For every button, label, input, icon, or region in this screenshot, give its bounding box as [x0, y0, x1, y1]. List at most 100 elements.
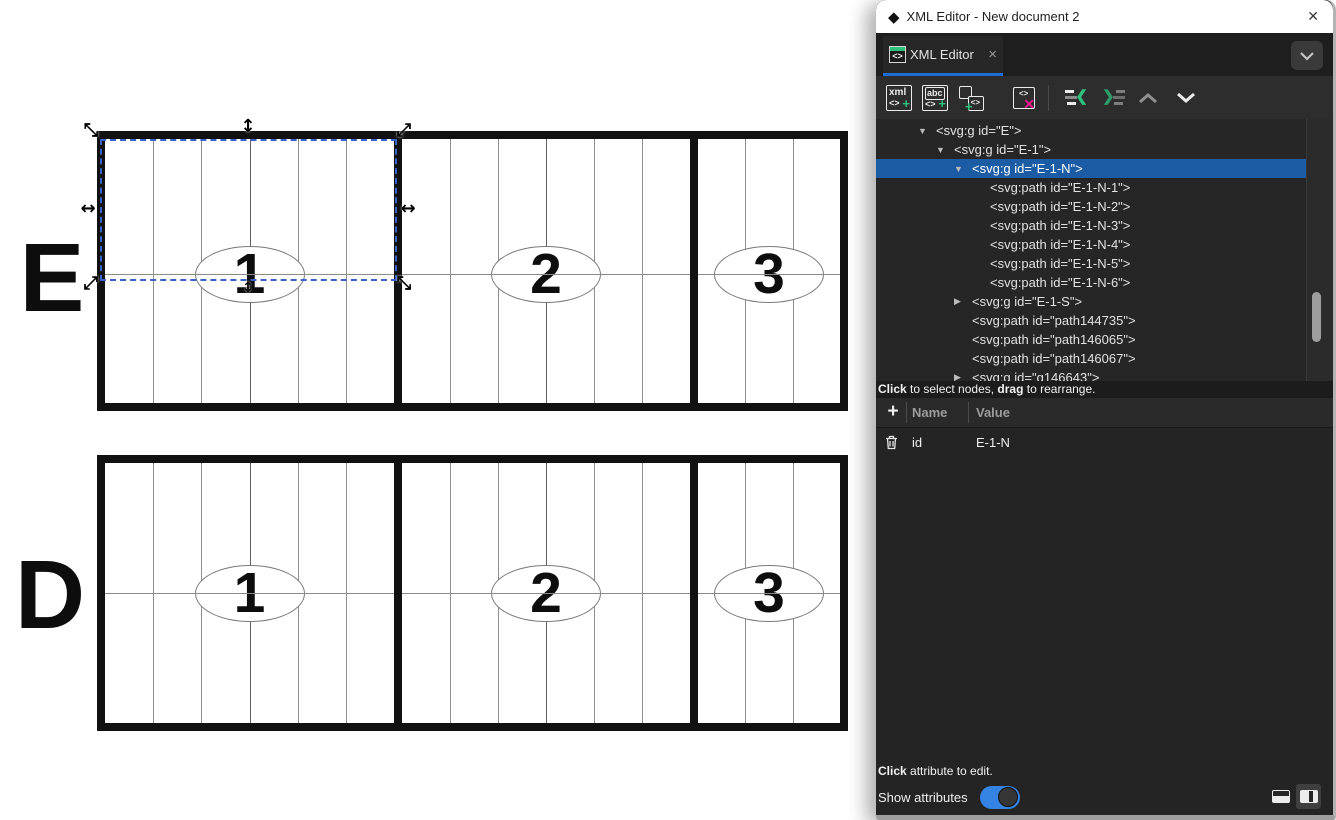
new-element-node-button[interactable]: xml <> + [884, 83, 914, 113]
tree-node-label: <svg:path id="path144735"> [972, 313, 1136, 328]
tree-node[interactable]: <svg:path id="E-1-N-3"> [876, 216, 1306, 235]
table-figure-D[interactable]: 123 [97, 455, 848, 731]
attribute-name[interactable]: id [912, 429, 922, 456]
xml-toolbar: xml <> + abc <> + <> + <> ✕ ❮ [876, 76, 1333, 119]
table-figure-E[interactable]: 123 [97, 131, 848, 411]
tree-hint-text: Click to select nodes, drag to rearrange… [876, 381, 1333, 398]
tree-node-label: <svg:path id="E-1-N-6"> [990, 275, 1130, 290]
window-close-button[interactable]: ✕ [1305, 8, 1321, 25]
toggle-knob [998, 787, 1018, 807]
selection-handle-ne-icon[interactable]: ⤢ [397, 122, 411, 140]
tab-xml-editor[interactable]: <> XML Editor × [883, 36, 1003, 73]
xml-editor-window: ◆ XML Editor - New document 2 ✕ <> XML E… [876, 0, 1336, 820]
tree-node[interactable]: ▼<svg:g id="E-1-N"> [876, 159, 1306, 178]
xml-tree-rows: ▼<svg:g id="E">▼<svg:g id="E-1">▼<svg:g … [876, 121, 1306, 381]
window-titlebar[interactable]: ◆ XML Editor - New document 2 ✕ [876, 0, 1333, 33]
grid-line [450, 139, 451, 403]
selection-handle-sw-icon[interactable]: ⤢ [84, 275, 98, 293]
attr-column-value: Value [976, 398, 1010, 428]
attribute-value[interactable]: E-1-N [976, 429, 1010, 456]
section-divider [394, 463, 402, 723]
tree-node-label: <svg:path id="E-1-N-1"> [990, 180, 1130, 195]
tree-node[interactable]: <svg:path id="path146065"> [876, 330, 1306, 349]
tree-node-label: <svg:path id="path146065"> [972, 332, 1136, 347]
tree-node[interactable]: ▶<svg:g id="g146643"> [876, 368, 1306, 381]
tab-menu-button[interactable] [1291, 41, 1323, 70]
attribute-row[interactable]: id E-1-N [876, 429, 1333, 456]
attributes-header: + Name Value [876, 398, 1333, 428]
tree-node-label: <svg:path id="E-1-N-3"> [990, 218, 1130, 233]
tree-node[interactable]: <svg:path id="E-1-N-6"> [876, 273, 1306, 292]
layout-vertical-button[interactable] [1296, 784, 1321, 809]
tree-node[interactable]: <svg:path id="path144735"> [876, 311, 1306, 330]
unindent-node-button[interactable]: ❮ [1061, 83, 1091, 113]
drawing-canvas[interactable]: E D 123 123 ⤡ ↕ ⤢ ↔ ↔ ⤢ ↕ ⤡ [0, 0, 876, 820]
tree-scrollbar-track[interactable] [1306, 119, 1333, 381]
tree-node[interactable]: ▶<svg:g id="E-1-S"> [876, 292, 1306, 311]
show-attributes-label: Show attributes [878, 790, 968, 805]
expander-open-icon[interactable]: ▼ [936, 145, 954, 155]
chevron-down-icon [1175, 91, 1197, 105]
chevron-down-icon [1299, 51, 1315, 61]
tree-scrollbar-thumb[interactable] [1312, 292, 1321, 342]
show-attributes-toggle[interactable] [980, 786, 1020, 809]
tree-node[interactable]: <svg:path id="path146067"> [876, 349, 1306, 368]
duplicate-node-button[interactable]: <> + [956, 83, 986, 113]
selection-handle-n-icon[interactable]: ↕ [240, 118, 255, 136]
indent-node-button[interactable]: ❯ [1099, 83, 1129, 113]
row-label-D[interactable]: D [14, 545, 84, 645]
delete-attribute-icon[interactable] [885, 435, 898, 455]
delete-node-button[interactable]: <> ✕ [1009, 83, 1039, 113]
dialog-tab-bar: <> XML Editor × [876, 33, 1333, 76]
plus-icon: + [965, 100, 973, 113]
xml-tree-view[interactable]: ▼<svg:g id="E">▼<svg:g id="E-1">▼<svg:g … [876, 119, 1333, 381]
tab-label: XML Editor [910, 47, 984, 62]
row-label-E[interactable]: E [16, 228, 86, 328]
grid-line [153, 139, 154, 403]
tree-node[interactable]: ▼<svg:g id="E-1"> [876, 140, 1306, 159]
attribute-hint-text: Click attribute to edit. [878, 764, 993, 778]
tab-close-icon[interactable]: × [988, 46, 997, 63]
expander-open-icon[interactable]: ▼ [918, 126, 936, 136]
tree-node-label: <svg:g id="E"> [936, 123, 1021, 138]
layout-horizontal-button[interactable] [1268, 784, 1293, 809]
plus-icon: + [902, 97, 910, 110]
selection-handle-s-icon[interactable]: ↕ [242, 281, 254, 295]
selection-handle-se-icon[interactable]: ⤡ [397, 275, 411, 293]
tree-node-label: <svg:g id="E-1-N"> [972, 161, 1083, 176]
vertical-split-icon [1300, 790, 1318, 803]
selection-handle-w-icon[interactable]: ↔ [80, 200, 95, 218]
new-text-node-button[interactable]: abc <> + [920, 83, 950, 113]
tree-node[interactable]: <svg:path id="E-1-N-5"> [876, 254, 1306, 273]
unindent-arrow-icon: ❮ [1075, 89, 1088, 104]
attributes-list: id E-1-N [876, 429, 1333, 456]
add-attribute-button[interactable]: + [884, 401, 902, 423]
tree-node[interactable]: <svg:path id="E-1-N-1"> [876, 178, 1306, 197]
expander-closed-icon[interactable]: ▶ [954, 296, 972, 307]
grid-midline [105, 274, 840, 275]
move-node-up-button[interactable] [1133, 83, 1163, 113]
tree-node[interactable]: ▼<svg:g id="E"> [876, 121, 1306, 140]
selection-handle-e-icon[interactable]: ↔ [400, 200, 415, 218]
tree-node[interactable]: <svg:path id="E-1-N-2"> [876, 197, 1306, 216]
tree-node-label: <svg:path id="E-1-N-4"> [990, 237, 1130, 252]
tree-node-label: <svg:path id="path146067"> [972, 351, 1136, 366]
tree-node-label: <svg:g id="E-1-S"> [972, 294, 1082, 309]
move-node-down-button[interactable] [1171, 83, 1201, 113]
xml-editor-tab-icon: <> [889, 46, 906, 63]
toolbar-separator [1048, 85, 1049, 111]
section-divider [690, 463, 698, 723]
delete-cross-icon: ✕ [1023, 97, 1035, 111]
chevron-up-icon [1137, 91, 1159, 105]
selection-handle-nw-icon[interactable]: ⤡ [84, 122, 98, 140]
expander-open-icon[interactable]: ▼ [954, 164, 972, 174]
expander-closed-icon[interactable]: ▶ [954, 372, 972, 381]
tree-node[interactable]: <svg:path id="E-1-N-4"> [876, 235, 1306, 254]
tree-node-label: <svg:path id="E-1-N-5"> [990, 256, 1130, 271]
tree-node-label: <svg:g id="E-1"> [954, 142, 1051, 157]
plus-icon: + [938, 97, 946, 110]
inkscape-logo-icon: ◆ [888, 8, 900, 26]
window-title: XML Editor - New document 2 [907, 9, 1306, 24]
section-divider [690, 139, 698, 403]
horizontal-split-icon [1272, 790, 1290, 803]
